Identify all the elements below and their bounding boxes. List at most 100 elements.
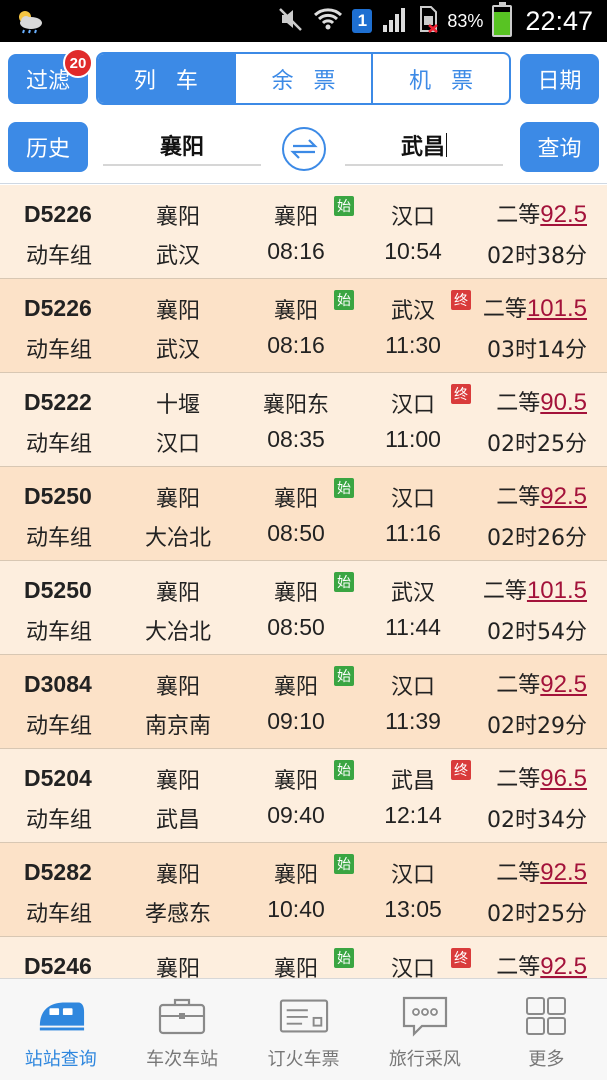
train-type: 动车组	[26, 808, 93, 833]
seat-class: 二等	[496, 861, 541, 886]
signal-icon	[381, 5, 409, 37]
terminal-end-badge: 终	[451, 384, 471, 404]
train-row[interactable]: D5250 动车组 襄阳 大冶北 襄阳 08:50 汉口 11:16 02时26分 二等92.5 始	[0, 467, 607, 561]
seat-class: 二等	[496, 673, 541, 698]
travel-duration: 02时29分	[487, 714, 587, 739]
nav-station-to-station[interactable]: 站站查询	[0, 979, 121, 1080]
date-button[interactable]: 日期	[520, 54, 599, 104]
seat-price: 二等90.5	[496, 385, 587, 417]
swap-icon	[290, 139, 318, 159]
nav-label: 站站查询	[24, 1049, 97, 1070]
status-bar: 1 83% 22:47	[0, 0, 607, 42]
departure-station: 襄阳	[273, 957, 319, 978]
arrival-station: 武汉	[390, 581, 436, 606]
arrival-time: 11:30	[385, 332, 441, 358]
train-type: 动车组	[26, 714, 93, 739]
seat-price: 二等96.5	[496, 761, 587, 793]
terminal-station: 武汉	[155, 244, 201, 269]
ticket-price-link[interactable]: 92.5	[540, 671, 587, 698]
clock: 22:47	[525, 5, 593, 36]
arrival-time: 11:16	[385, 520, 441, 546]
train-number: D5204	[24, 765, 92, 791]
nav-travel-notes[interactable]: 旅行采风	[364, 979, 485, 1080]
arrival-time: 12:14	[384, 802, 442, 828]
train-number: D3084	[24, 671, 92, 697]
departure-station: 襄阳东	[262, 393, 330, 418]
train-type: 动车组	[26, 338, 93, 363]
wifi-icon	[313, 6, 343, 36]
ticket-price-link[interactable]: 101.5	[527, 577, 587, 604]
origin-station: 襄阳	[155, 581, 201, 606]
nav-more[interactable]: 更多	[486, 979, 607, 1080]
filter-count-badge: 20	[63, 48, 93, 78]
ticket-price-link[interactable]: 92.5	[540, 201, 587, 228]
nav-book-tickets[interactable]: 订火车票	[243, 979, 364, 1080]
departure-time: 08:16	[267, 332, 325, 358]
arrival-station: 武汉	[390, 299, 436, 324]
travel-duration: 02时25分	[487, 902, 587, 927]
departure-station: 襄阳	[273, 487, 319, 512]
departure-time: 09:40	[267, 802, 325, 828]
arrival-station: 汉口	[390, 393, 436, 418]
train-number: D5250	[24, 483, 92, 509]
departure-time: 08:35	[267, 426, 325, 452]
to-station-field[interactable]: 武昌	[345, 126, 503, 166]
seat-class: 二等	[496, 391, 541, 416]
terminal-end-badge: 终	[451, 290, 471, 310]
origin-start-badge: 始	[334, 854, 354, 874]
nav-label: 订火车票	[267, 1049, 340, 1070]
battery-percent: 83%	[447, 10, 484, 31]
swap-stations-button[interactable]	[282, 127, 326, 171]
departure-station: 襄阳	[273, 581, 319, 606]
tab-remaining-tickets[interactable]: 余票	[233, 54, 372, 103]
bottom-navigation: 站站查询 车次车站 订火车票 旅行采风 更多	[0, 978, 607, 1080]
origin-station: 襄阳	[155, 675, 201, 700]
train-icon	[36, 995, 86, 1037]
query-button[interactable]: 查询	[520, 122, 599, 172]
nav-label: 车次车站	[146, 1049, 219, 1070]
ticket-price-link[interactable]: 92.5	[540, 483, 587, 510]
travel-duration: 02时25分	[487, 432, 587, 457]
train-row[interactable]: D5226 动车组 襄阳 武汉 襄阳 08:16 汉口 10:54 02时38分 二等92.5 始	[0, 185, 607, 279]
ticket-price-link[interactable]: 96.5	[540, 765, 587, 792]
train-row[interactable]: D5226 动车组 襄阳 武汉 襄阳 08:16 武汉 11:30 03时14分 二等101.5 始…	[0, 279, 607, 373]
train-row[interactable]: D5204 动车组 襄阳 武昌 襄阳 09:40 武昌 12:14 02时34分 二等96.5 始终	[0, 749, 607, 843]
tab-train[interactable]: 列车	[98, 54, 234, 103]
seat-price: 二等101.5	[483, 291, 587, 323]
mode-segmented-control: 列车 余票 机票	[96, 52, 511, 105]
seat-class: 二等	[496, 485, 541, 510]
seat-price: 二等92.5	[496, 479, 587, 511]
origin-station: 襄阳	[155, 299, 201, 324]
seat-class: 二等	[496, 767, 541, 792]
ticket-price-link[interactable]: 90.5	[540, 389, 587, 416]
terminal-end-badge: 终	[451, 948, 471, 968]
ticket-price-link[interactable]: 92.5	[540, 953, 587, 978]
seat-price: 二等92.5	[496, 667, 587, 699]
departure-time: 08:50	[267, 520, 325, 546]
train-list[interactable]: D5226 动车组 襄阳 武汉 襄阳 08:16 汉口 10:54 02时38分 二等92.5 始 D…	[0, 185, 607, 978]
train-row[interactable]: D5222 动车组 十堰 汉口 襄阳东 08:35 汉口 11:00 02时25分 二等90.5 终	[0, 373, 607, 467]
train-number: D5226	[24, 295, 92, 321]
origin-start-badge: 始	[334, 478, 354, 498]
departure-time: 10:40	[267, 896, 325, 922]
nav-train-station[interactable]: 车次车站	[121, 979, 242, 1080]
seat-price: 二等92.5	[496, 855, 587, 887]
train-row[interactable]: D5282 动车组 襄阳 孝感东 襄阳 10:40 汉口 13:05 02时25分 二等92.5 始	[0, 843, 607, 937]
chat-bubble-icon	[400, 995, 450, 1037]
weather-icon	[14, 8, 44, 34]
train-number: D5250	[24, 577, 92, 603]
history-button[interactable]: 历史	[8, 122, 88, 172]
tab-flight-tickets[interactable]: 机票	[371, 54, 509, 103]
from-station-field[interactable]: 襄阳	[103, 126, 261, 166]
train-row[interactable]: D3084 动车组 襄阳 南京南 襄阳 09:10 汉口 11:39 02时29分 二等92.5 始	[0, 655, 607, 749]
arrival-station: 汉口	[390, 675, 436, 700]
train-row[interactable]: D5246 襄阳 襄阳 汉口 二等92.5 始 终	[0, 937, 607, 978]
battery-icon	[492, 2, 513, 37]
departure-time: 08:16	[267, 238, 325, 264]
train-row[interactable]: D5250 动车组 襄阳 大冶北 襄阳 08:50 武汉 11:44 02时54分 二等101.5…	[0, 561, 607, 655]
seat-class: 二等	[482, 579, 527, 604]
origin-station: 襄阳	[155, 863, 201, 888]
train-type: 动车组	[26, 244, 93, 269]
ticket-price-link[interactable]: 101.5	[527, 295, 587, 322]
ticket-price-link[interactable]: 92.5	[540, 859, 587, 886]
